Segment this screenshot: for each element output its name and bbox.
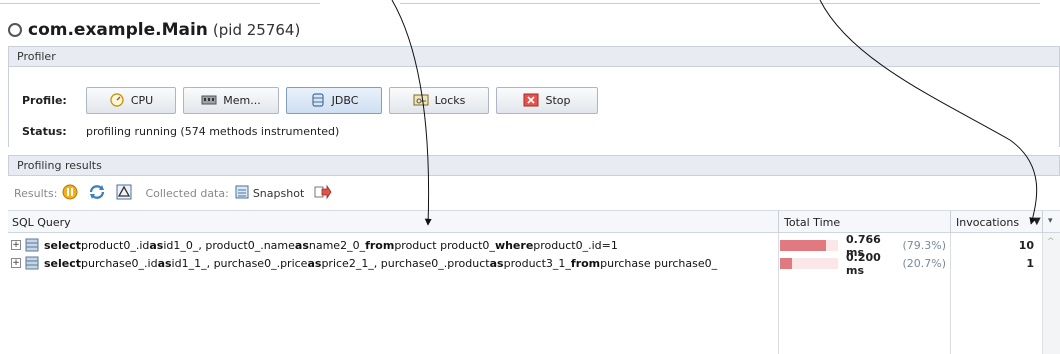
locks-icon (413, 93, 429, 107)
cpu-gauge-icon (109, 93, 125, 107)
results-section-header[interactable]: Profiling results (8, 155, 1060, 176)
stop-icon (523, 93, 539, 107)
invocations-value: 10 (1018, 239, 1034, 252)
sql-statement-icon (25, 238, 39, 252)
column-menu-chevron-icon[interactable]: ▾ (1048, 216, 1053, 226)
pause-icon[interactable] (62, 184, 78, 203)
profiler-section-title: Profiler (17, 50, 56, 63)
table-header: SQL Query Total Time Invocations ▼ ▾ (8, 211, 1060, 233)
expand-toggle-icon[interactable]: + (11, 240, 21, 250)
results-label: Results: (14, 186, 58, 200)
vertical-scrollbar[interactable] (1042, 233, 1060, 354)
toolbar-divider (400, 3, 1040, 7)
locks-button-label: Locks (434, 93, 466, 107)
time-bar-fill (780, 258, 792, 269)
time-bar-fill (780, 240, 826, 251)
profile-controls: Profile: CPU Mem... JDBC Locks Stop (22, 86, 605, 114)
cpu-button-label: CPU (130, 93, 154, 107)
jdbc-button[interactable]: JDBC (286, 86, 382, 114)
collected-data-label: Collected data: (145, 186, 229, 200)
status-circle-icon (8, 23, 22, 37)
status-label: Status: (22, 124, 67, 138)
memory-button[interactable]: Mem... (183, 86, 279, 114)
scroll-up-icon[interactable]: ^ (1047, 237, 1055, 247)
total-time-column-header[interactable]: Total Time (780, 211, 950, 233)
invocations-column-header[interactable]: Invocations (952, 211, 1038, 233)
locks-button[interactable]: Locks (389, 86, 489, 114)
table-row[interactable]: + select purchase0_.id as id1_1_, purcha… (8, 250, 1060, 277)
column-divider (950, 211, 951, 233)
sort-descending-icon[interactable]: ▼ (1033, 216, 1041, 227)
expand-toggle-icon[interactable]: + (11, 258, 21, 268)
snapshot-button-label[interactable]: Snapshot (253, 187, 304, 200)
cpu-button[interactable]: CPU (86, 86, 176, 114)
results-section-title: Profiling results (17, 159, 102, 172)
status-line: Status: profiling running (574 methods i… (22, 124, 339, 138)
top-toolbar-strip (0, 0, 1060, 10)
app-name: com.example.Main (28, 20, 208, 40)
snapshot-icon[interactable] (234, 184, 250, 203)
export-icon[interactable] (314, 184, 332, 203)
database-icon (310, 93, 326, 107)
profiler-section-header[interactable]: Profiler (8, 46, 1060, 67)
column-divider (778, 211, 779, 233)
refresh-icon[interactable] (88, 184, 106, 203)
jdbc-button-label: JDBC (331, 93, 359, 107)
results-toolbar: Results: Collected data: Snapshot (14, 183, 337, 203)
sql-query-text: select purchase0_.id as id1_1_, purchase… (44, 257, 718, 270)
stop-button-label: Stop (545, 93, 571, 107)
table-row[interactable]: + select product0_.id as id1_0_, product0… (8, 233, 1060, 259)
sql-statement-icon (25, 256, 39, 270)
sql-results-table: SQL Query Total Time Invocations ▼ ▾ + s… (8, 210, 1060, 354)
invocations-value: 1 (1026, 257, 1034, 270)
memory-chip-icon (201, 93, 217, 107)
memory-button-label: Mem... (223, 93, 261, 107)
stop-button[interactable]: Stop (496, 86, 598, 114)
profile-label: Profile: (22, 93, 67, 107)
column-divider (1042, 211, 1043, 233)
pid-label: (pid 25764) (212, 21, 301, 39)
delta-icon[interactable] (116, 184, 132, 203)
sql-query-column-header[interactable]: SQL Query (8, 211, 778, 233)
toolbar-divider (0, 3, 320, 7)
status-text: profiling running (574 methods instrumen… (86, 124, 340, 138)
total-time-value: 0.200 ms (20.7%) (846, 250, 946, 277)
sql-query-text: select product0_.id as id1_0_, product0_.… (44, 239, 618, 252)
window-title: com.example.Main (pid 25764) (8, 18, 300, 42)
